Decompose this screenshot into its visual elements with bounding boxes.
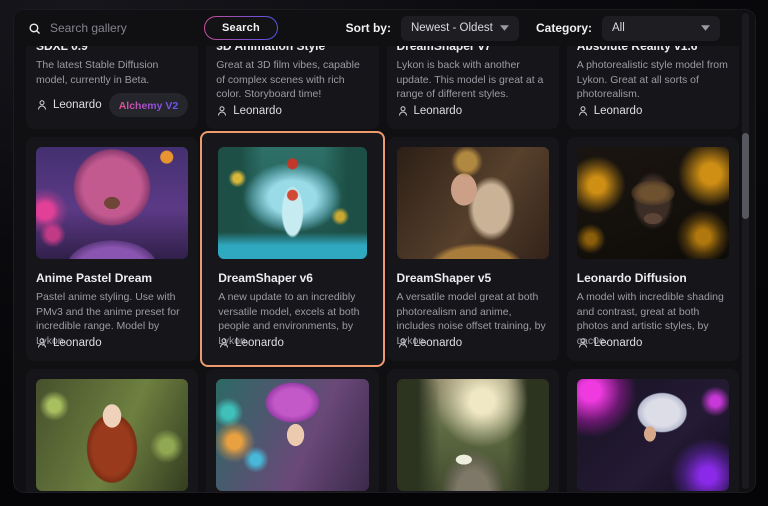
model-author: Leonardo xyxy=(414,337,463,349)
white-hair-warrior-thumbnail xyxy=(577,379,729,491)
model-card-dreamshaper-v7[interactable]: DreamShaper v7 Lykon is back with anothe… xyxy=(387,46,559,129)
model-description: Great at 3D film vibes, capable of compl… xyxy=(216,58,368,102)
search-field[interactable] xyxy=(28,21,188,35)
leonardo-diffusion-thumbnail xyxy=(577,147,729,259)
dreamshaper-v6-thumbnail xyxy=(218,147,366,259)
model-card-row3-1[interactable] xyxy=(26,369,198,492)
card-footer: Leonardo xyxy=(218,337,366,349)
model-card-anime-pastel-dream[interactable]: Anime Pastel Dream Pastel anime styling.… xyxy=(26,137,198,361)
anime-pastel-dream-thumbnail xyxy=(36,147,188,259)
card-footer: Leonardo Alchemy V2 xyxy=(36,93,188,117)
model-card-dreamshaper-v6-selected[interactable]: DreamShaper v6 A new update to an incred… xyxy=(200,131,384,367)
model-card-leonardo-diffusion[interactable]: Leonardo Diffusion A model with incredib… xyxy=(567,137,739,361)
category-dropdown[interactable]: All xyxy=(602,16,720,41)
model-title: 3D Animation Style xyxy=(216,46,368,53)
category-label: Category: xyxy=(536,21,592,35)
model-title: Absolute Reality v1.6 xyxy=(577,46,729,53)
model-card-row3-2[interactable] xyxy=(206,369,378,492)
user-icon xyxy=(36,337,48,349)
search-input[interactable] xyxy=(50,21,170,35)
chevron-down-icon xyxy=(701,25,710,31)
model-author: Leonardo xyxy=(53,337,102,349)
user-icon xyxy=(218,337,230,349)
user-icon xyxy=(397,105,409,117)
model-title: DreamShaper v7 xyxy=(397,46,549,53)
user-icon xyxy=(577,105,589,117)
scrollbar-thumb[interactable] xyxy=(742,133,749,219)
model-author: Leonardo xyxy=(594,105,643,117)
chevron-down-icon xyxy=(500,25,509,31)
model-description: The latest Stable Diffusion model, curre… xyxy=(36,58,188,87)
user-icon xyxy=(216,105,228,117)
card-footer: Leonardo xyxy=(216,105,368,117)
model-card-row3-4[interactable] xyxy=(567,369,739,492)
purple-hair-portrait-thumbnail xyxy=(216,379,368,491)
model-description: A photorealistic style model from Lykon.… xyxy=(577,58,729,102)
card-footer: Leonardo xyxy=(577,105,729,117)
model-card-dreamshaper-v5[interactable]: DreamShaper v5 A versatile model great a… xyxy=(387,137,559,361)
gallery-viewport: SDXL 0.9 The latest Stable Diffusion mod… xyxy=(14,46,755,492)
card-footer: Leonardo xyxy=(397,337,549,349)
model-title: DreamShaper v5 xyxy=(397,271,549,285)
card-footer: Leonardo xyxy=(577,337,729,349)
gallery-panel: Search Sort by: Newest - Oldest Category… xyxy=(14,10,755,492)
search-icon xyxy=(28,22,41,35)
model-title: DreamShaper v6 xyxy=(218,271,366,285)
card-footer: Leonardo xyxy=(397,105,549,117)
vintage-car-road-thumbnail xyxy=(397,379,549,491)
vertical-scrollbar[interactable] xyxy=(742,13,749,489)
model-card-3d-animation[interactable]: 3D Animation Style Great at 3D film vibe… xyxy=(206,46,378,129)
model-author: Leonardo xyxy=(594,337,643,349)
model-title: Anime Pastel Dream xyxy=(36,271,188,285)
model-author: Leonardo xyxy=(414,105,463,117)
gallery-toolbar: Search Sort by: Newest - Oldest Category… xyxy=(14,10,755,46)
card-footer: Leonardo xyxy=(36,337,188,349)
user-icon xyxy=(577,337,589,349)
model-card-row3-3[interactable] xyxy=(387,369,559,492)
sort-dropdown[interactable]: Newest - Oldest xyxy=(401,16,519,41)
sort-dropdown-value: Newest - Oldest xyxy=(411,22,493,34)
model-title: SDXL 0.9 xyxy=(36,46,188,53)
model-description: Lykon is back with another update. This … xyxy=(397,58,549,102)
model-author: Leonardo xyxy=(233,105,282,117)
redhead-portrait-thumbnail xyxy=(36,379,188,491)
model-card-absolute-reality[interactable]: Absolute Reality v1.6 A photorealistic s… xyxy=(567,46,739,129)
model-card-sdxl[interactable]: SDXL 0.9 The latest Stable Diffusion mod… xyxy=(26,46,198,129)
model-author: Leonardo xyxy=(53,99,102,111)
sort-by-label: Sort by: xyxy=(346,21,391,35)
category-dropdown-value: All xyxy=(612,22,625,34)
alchemy-badge-label: Alchemy V2 xyxy=(119,100,179,112)
dreamshaper-v5-thumbnail xyxy=(397,147,549,259)
search-button[interactable]: Search xyxy=(204,16,278,40)
user-icon xyxy=(36,99,48,111)
model-author: Leonardo xyxy=(235,337,284,349)
alchemy-badge: Alchemy V2 xyxy=(109,93,189,117)
model-title: Leonardo Diffusion xyxy=(577,271,729,285)
user-icon xyxy=(397,337,409,349)
model-grid: SDXL 0.9 The latest Stable Diffusion mod… xyxy=(26,46,739,492)
